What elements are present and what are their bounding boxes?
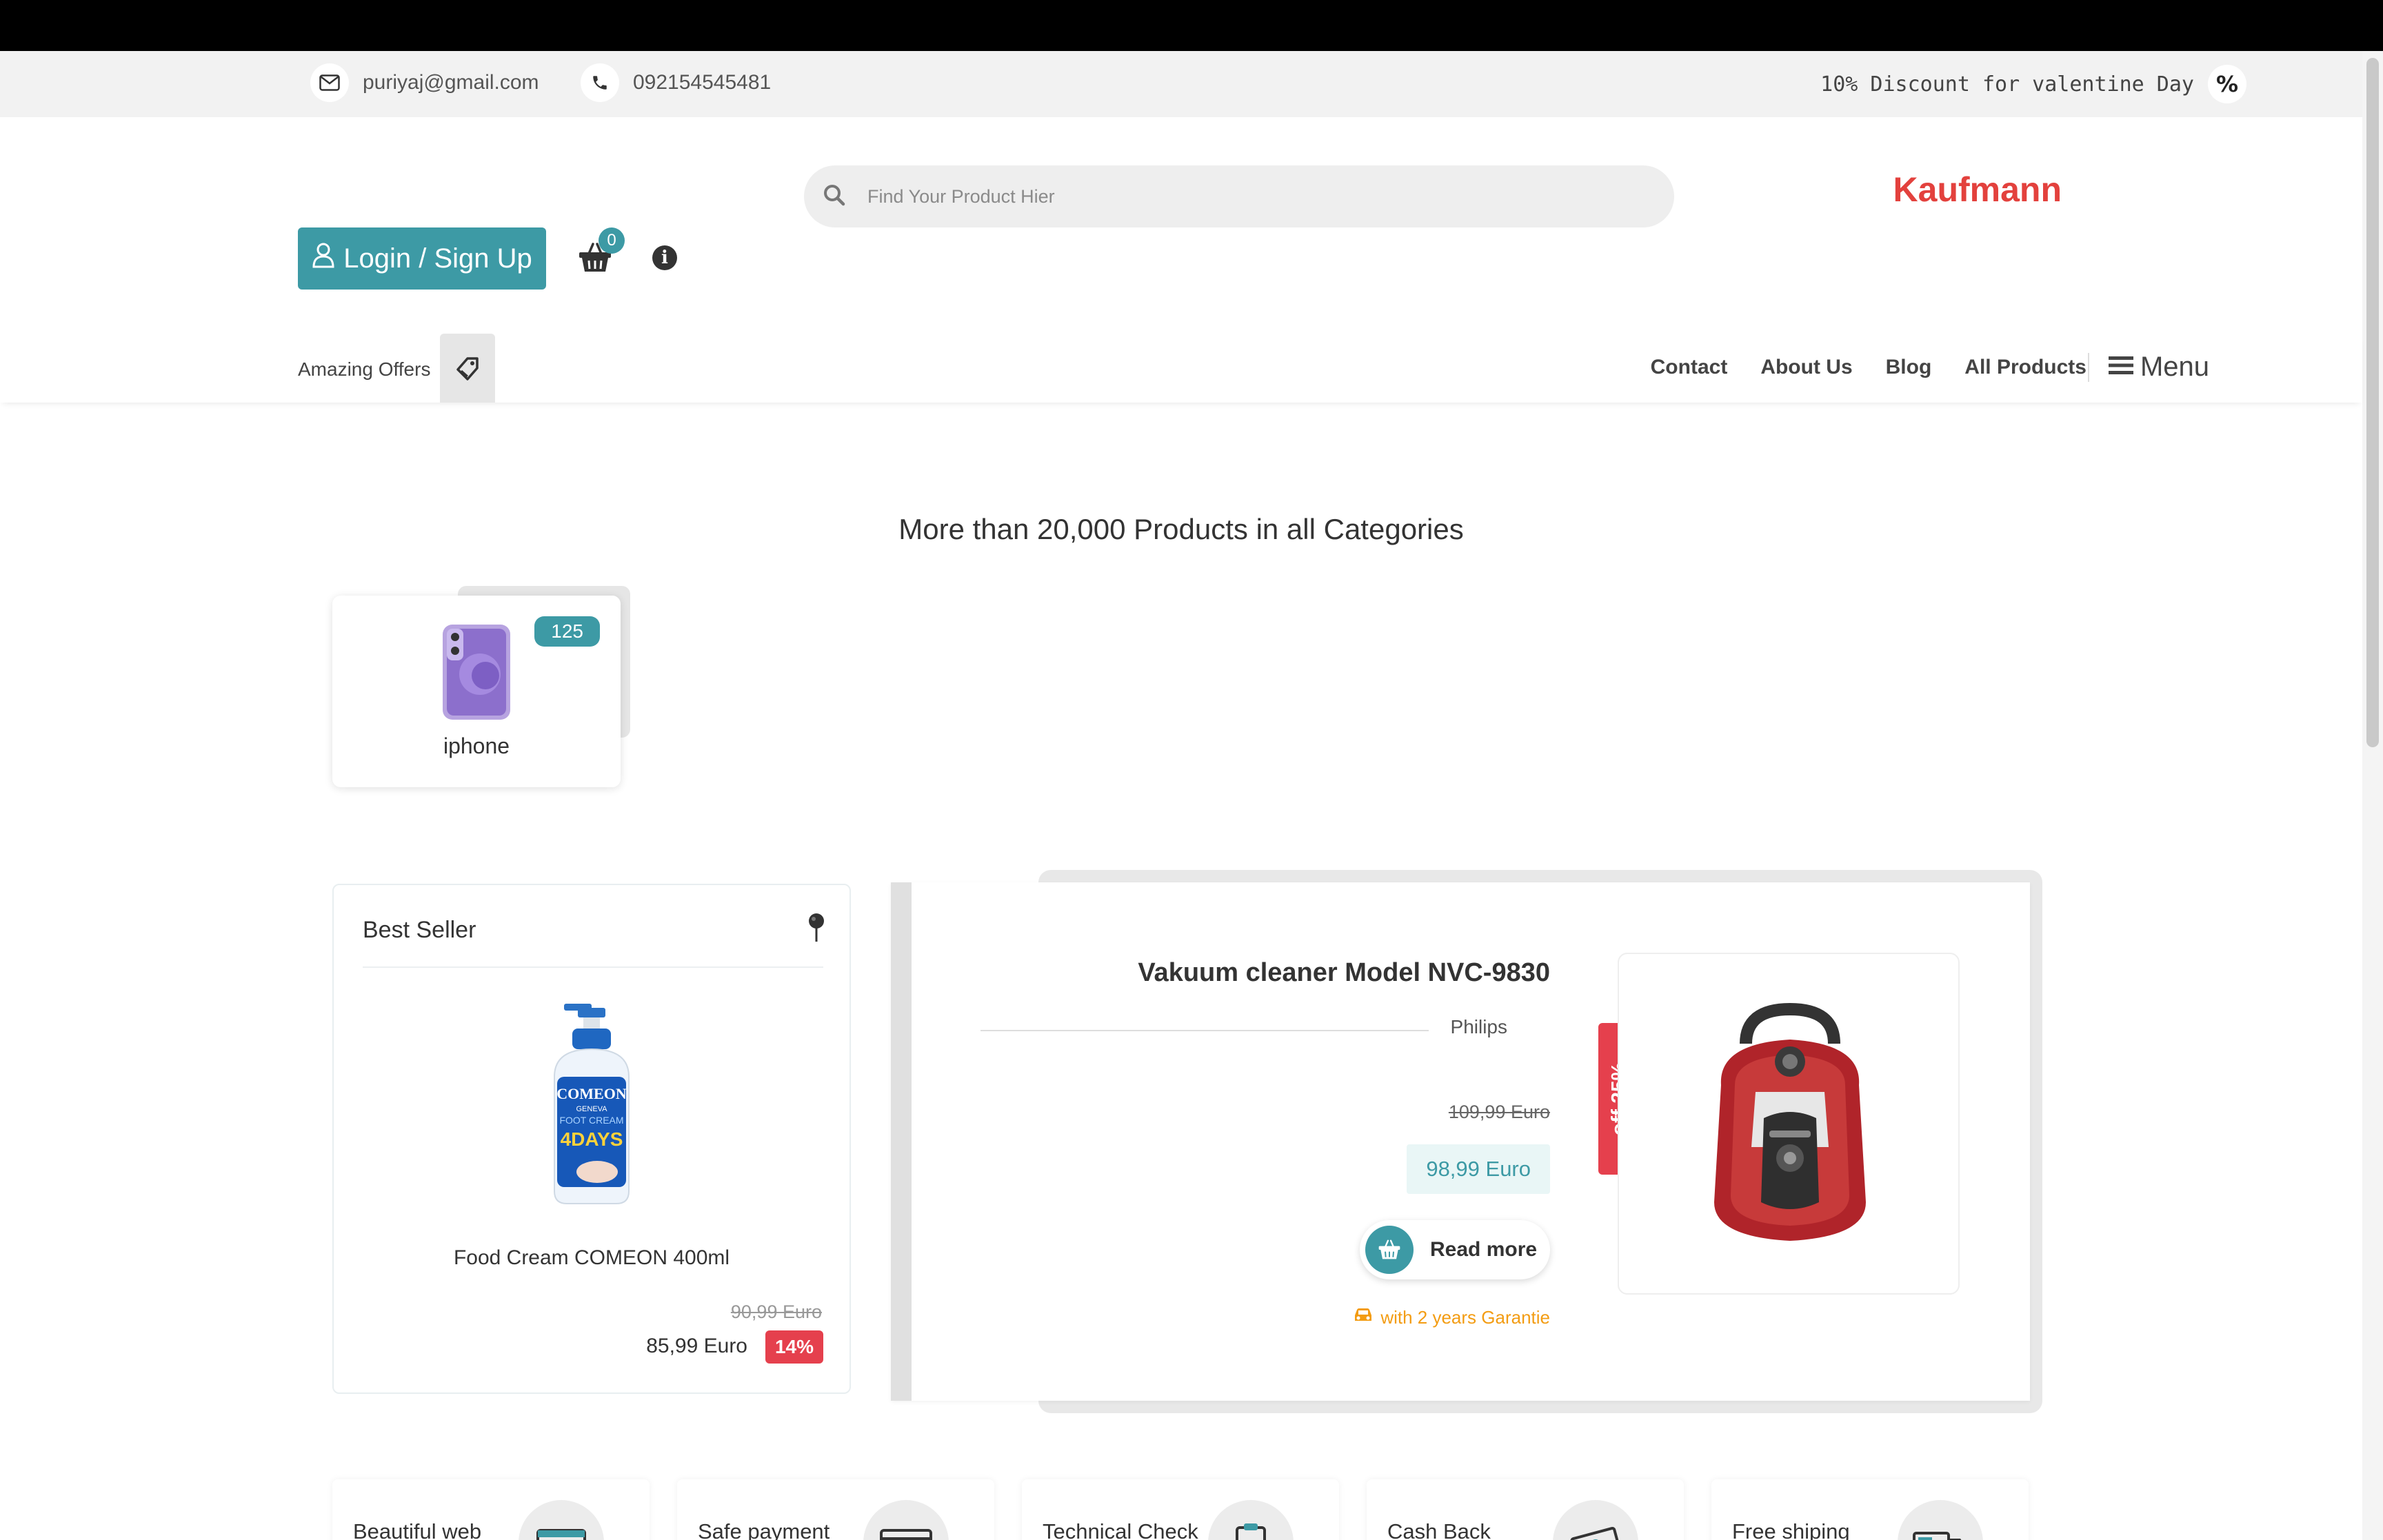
service-free-shipping[interactable]: Free shiping <box>1711 1479 2029 1540</box>
window-top-bar <box>0 0 2383 51</box>
cream-line-text: FOOT CREAM <box>559 1115 623 1126</box>
service-beautiful-web[interactable]: Beautiful web <box>332 1479 650 1540</box>
service-label: Cash Back <box>1387 1519 1491 1540</box>
vacuum-cleaner-image <box>1714 1002 1866 1241</box>
checklist-icon <box>1208 1500 1294 1540</box>
featured-brand-divider <box>981 1030 1429 1031</box>
featured-brand: Philips <box>1438 1016 1520 1038</box>
hamburger-icon <box>2108 352 2133 383</box>
service-label: Safe payment <box>698 1519 830 1540</box>
cart-count-badge: 0 <box>599 227 625 254</box>
category-name: iphone <box>443 733 510 758</box>
best-seller-product-name[interactable]: Food Cream COMEON 400ml <box>334 1246 849 1270</box>
cream-brand-text: COMEON <box>556 1085 627 1102</box>
guarantee-text: with 2 years Garantie <box>1380 1307 1550 1328</box>
cream-days-text: 4DAYS <box>561 1128 623 1150</box>
cash-icon <box>1553 1500 1638 1540</box>
featured-product-image-box[interactable] <box>1618 953 1960 1295</box>
pin-icon[interactable] <box>808 913 825 946</box>
car-icon <box>1353 1307 1374 1328</box>
phone-icon <box>581 63 619 102</box>
foot-cream-image: COMEON GENEVA FOOT CREAM 4DAYS <box>554 1004 630 1204</box>
phone-contact[interactable]: 092154545481 <box>581 63 771 102</box>
nav-all-products[interactable]: All Products <box>1964 356 2087 379</box>
service-label: Technical Check <box>1043 1519 1198 1540</box>
credit-card-icon <box>863 1500 949 1540</box>
percent-icon: % <box>2208 65 2246 103</box>
featured-old-price: 109,99 Euro <box>1448 1102 1550 1122</box>
read-more-button[interactable]: Read more <box>1360 1220 1550 1279</box>
service-cash-back[interactable]: Cash Back <box>1367 1479 1684 1540</box>
menu-button[interactable]: Menu <box>2108 352 2209 383</box>
menu-label: Menu <box>2140 352 2209 382</box>
cream-sub-text: GENEVA <box>576 1105 607 1113</box>
main-navbar: Amazing Offers Contact About Us Blog All… <box>0 334 2362 403</box>
scrollbar-thumb[interactable] <box>2366 58 2379 747</box>
best-seller-title: Best Seller <box>363 917 476 943</box>
nav-contact[interactable]: Contact <box>1651 356 1728 379</box>
login-signup-button[interactable]: Login / Sign Up <box>298 227 546 290</box>
search-bar[interactable] <box>804 165 1674 227</box>
nav-about-us[interactable]: About Us <box>1760 356 1852 379</box>
best-seller-divider <box>363 966 823 968</box>
featured-price: 98,99 Euro <box>1407 1144 1550 1194</box>
best-seller-card[interactable]: Best Seller COMEON GENEVA FOOT CREAM 4DA… <box>332 884 851 1394</box>
search-input[interactable] <box>867 185 1626 207</box>
nav-divider <box>2088 353 2089 382</box>
search-icon[interactable] <box>822 183 847 211</box>
service-safe-payment[interactable]: Safe payment <box>677 1479 994 1540</box>
services-row: Beautiful web Safe payment Technical Che… <box>332 1479 2029 1540</box>
category-count-badge: 125 <box>534 616 600 647</box>
nav-links: Contact About Us Blog All Products <box>1651 356 2087 379</box>
phone-text: 092154545481 <box>633 71 772 94</box>
envelope-icon <box>310 63 349 102</box>
category-card-iphone[interactable]: 125 iphone <box>332 596 621 787</box>
guarantee-note: with 2 years Garantie <box>1353 1307 1550 1328</box>
iphone-image <box>443 625 510 720</box>
tag-icon[interactable] <box>440 334 495 403</box>
email-contact[interactable]: puriyaj@gmail.com <box>310 63 539 102</box>
info-icon[interactable]: i <box>652 245 677 270</box>
best-seller-price: 85,99 Euro <box>646 1335 747 1357</box>
login-label: Login / Sign Up <box>343 243 532 274</box>
brand-logo[interactable]: Kaufmann <box>1893 170 2062 210</box>
top-info-bar: puriyaj@gmail.com 092154545481 10% Disco… <box>0 51 2362 117</box>
service-label: Beautiful web <box>353 1519 482 1540</box>
best-seller-old-price: 90,99 Euro <box>730 1301 822 1322</box>
promo-banner[interactable]: 10% Discount for valentine Day % <box>1820 65 2246 103</box>
email-text: puriyaj@gmail.com <box>363 71 539 94</box>
web-design-icon <box>519 1500 604 1540</box>
read-more-label: Read more <box>1430 1238 1538 1261</box>
featured-product-title[interactable]: Vakuum cleaner Model NVC-9830 <box>1138 958 1550 988</box>
service-label: Free shiping <box>1732 1519 1850 1540</box>
user-icon <box>312 242 335 275</box>
nav-blog[interactable]: Blog <box>1886 356 1932 379</box>
basket-icon <box>1365 1226 1414 1274</box>
service-technical-check[interactable]: Technical Check <box>1022 1479 1339 1540</box>
amazing-offers-link[interactable]: Amazing Offers <box>298 358 430 381</box>
promo-text: 10% Discount for valentine Day <box>1820 72 2194 97</box>
categories-headline: More than 20,000 Products in all Categor… <box>898 513 1464 545</box>
best-seller-discount-badge: 14% <box>765 1330 823 1364</box>
delivery-truck-icon <box>1898 1500 1983 1540</box>
